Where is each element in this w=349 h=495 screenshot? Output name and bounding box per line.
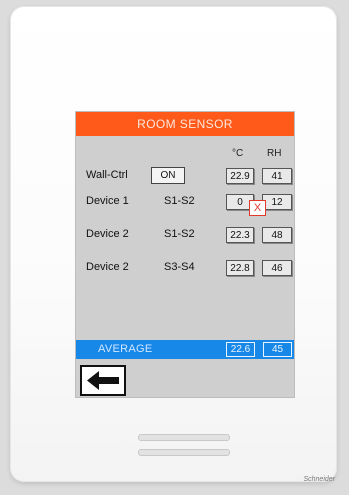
wall-ctrl-rh-value: 41 — [262, 168, 292, 184]
average-bar: AVERAGE 22.6 45 — [76, 340, 294, 359]
device-2a-mode: S1-S2 — [164, 228, 195, 240]
device-1-mode: S1-S2 — [164, 195, 195, 207]
average-rh-value: 45 — [263, 342, 292, 357]
thermostat-device: ROOM SENSOR °C RH Wall-Ctrl ON 22.9 41 D… — [10, 6, 337, 482]
row-label-device-2b: Device 2 — [86, 261, 129, 273]
row-label-wall-ctrl: Wall-Ctrl — [86, 169, 128, 181]
device-2b-rh-value: 46 — [262, 260, 292, 276]
wall-ctrl-temp-value: 22.9 — [226, 168, 254, 184]
device-2b-mode: S3-S4 — [164, 261, 195, 273]
temp-column-header: °C — [232, 148, 244, 159]
row-label-device-1: Device 1 — [86, 195, 129, 207]
brand-logo: Schneider — [303, 476, 335, 483]
lcd-screen: ROOM SENSOR °C RH Wall-Ctrl ON 22.9 41 D… — [75, 111, 295, 398]
device-2a-rh-value: 48 — [262, 227, 292, 243]
button-slot-upper[interactable] — [138, 434, 230, 441]
arrow-left-icon — [87, 371, 119, 390]
rh-column-header: RH — [267, 148, 282, 159]
average-temp-value: 22.6 — [226, 342, 255, 357]
average-label: AVERAGE — [98, 343, 153, 355]
screen-title: ROOM SENSOR — [76, 112, 294, 136]
device-2a-temp-value: 22.3 — [226, 227, 254, 243]
back-button[interactable] — [80, 365, 126, 396]
button-slot-lower[interactable] — [138, 449, 230, 456]
device-2b-temp-value: 22.8 — [226, 260, 254, 276]
device-1-rh-value: 12 — [262, 194, 292, 210]
row-label-device-2a: Device 2 — [86, 228, 129, 240]
error-x-icon[interactable]: X — [249, 200, 266, 216]
wall-ctrl-on-button[interactable]: ON — [151, 167, 185, 184]
